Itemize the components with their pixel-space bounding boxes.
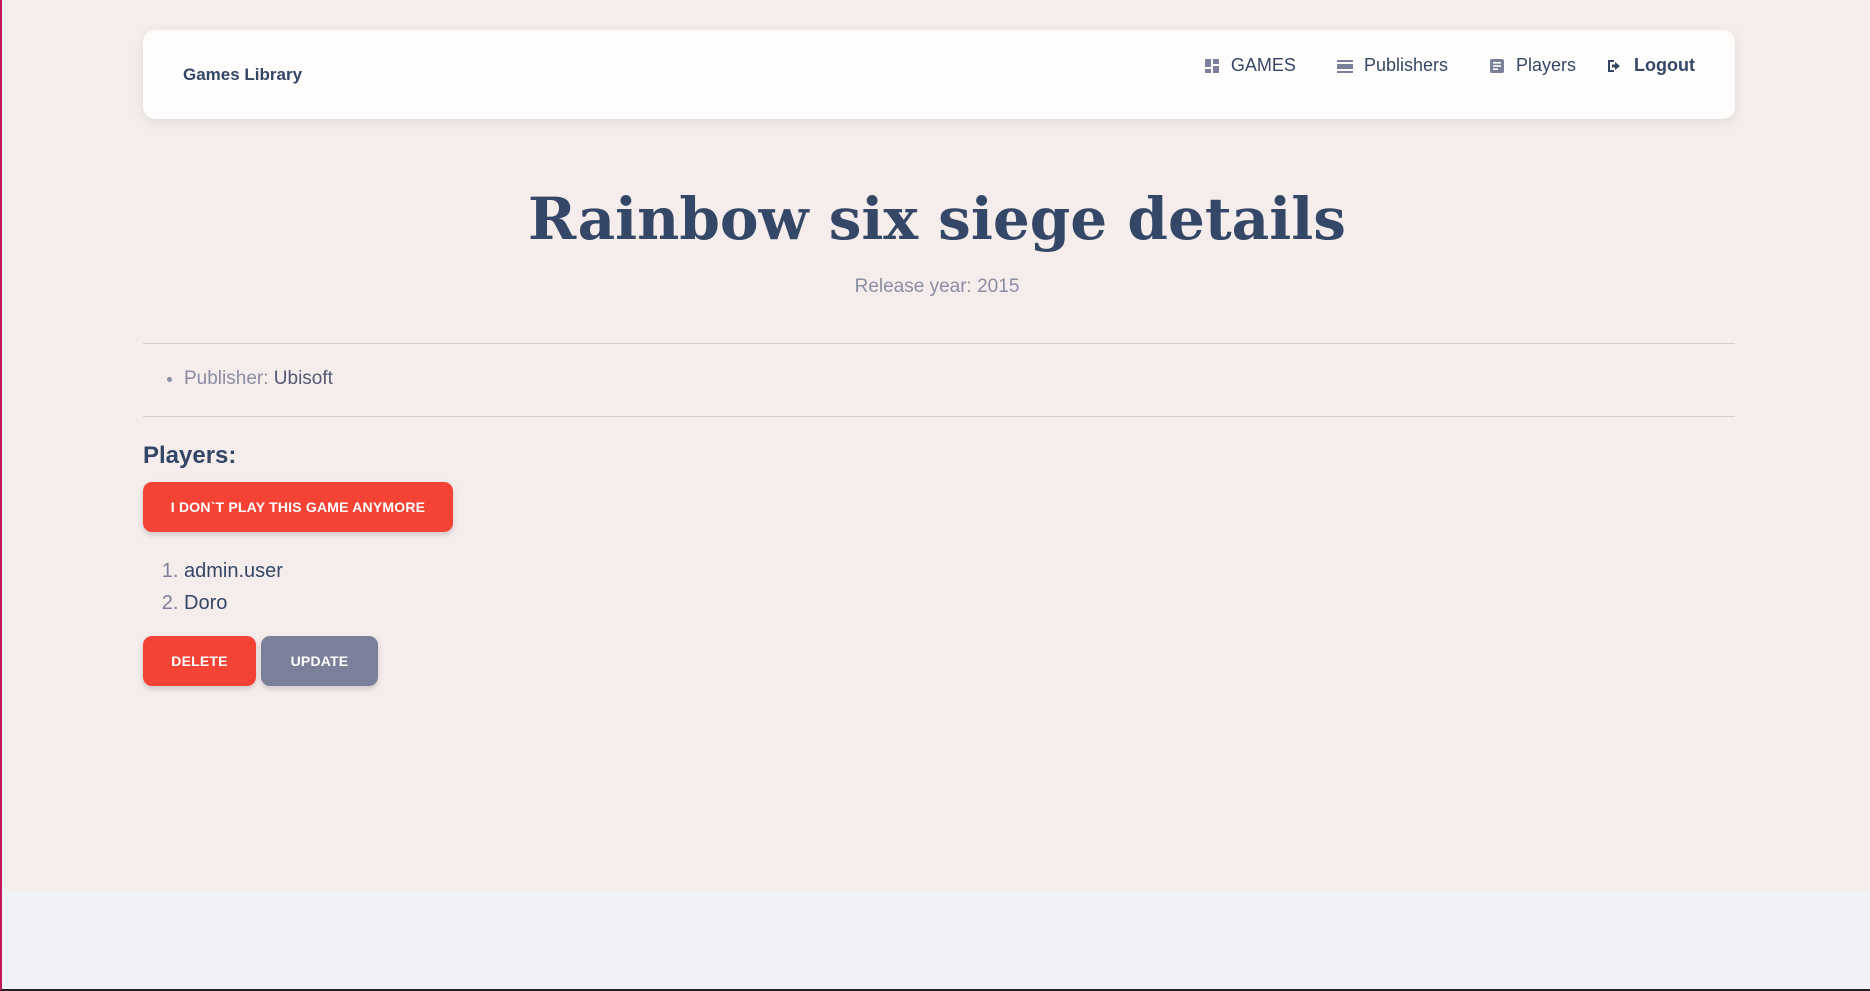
logout-icon: [1606, 57, 1624, 75]
view-list-icon: [1336, 57, 1354, 75]
nav-link-publishers[interactable]: Publishers: [1336, 55, 1448, 76]
brand-link[interactable]: Games Library: [183, 65, 302, 85]
navbar: Games Library GAMES Publishers Players L…: [143, 30, 1735, 119]
article-icon: [1488, 57, 1506, 75]
browser-frame: Games Library GAMES Publishers Players L…: [0, 0, 1870, 991]
nav-link-label: GAMES: [1230, 55, 1296, 75]
players-heading: Players:: [143, 442, 237, 469]
page: Games Library GAMES Publishers Players L…: [4, 0, 1870, 890]
nav-link-label: Players: [1515, 55, 1577, 75]
nav-links: GAMES Publishers Players Logout: [1203, 55, 1695, 76]
delete-button[interactable]: DELETE: [143, 636, 256, 686]
list-item: Doro: [184, 587, 283, 619]
update-button[interactable]: UPDATE: [261, 636, 378, 686]
list-item: admin.user: [184, 555, 283, 587]
divider: [143, 416, 1735, 417]
nav-link-label: Logout: [1634, 55, 1695, 75]
nav-link-logout[interactable]: Logout: [1606, 55, 1695, 76]
nav-link-label: Publishers: [1363, 55, 1448, 75]
nav-link-games[interactable]: GAMES: [1203, 55, 1296, 76]
release-year: Release year: 2015: [854, 276, 1020, 297]
details-list: Publisher: Ubisoft: [184, 368, 333, 390]
page-title: Rainbow six siege details: [528, 185, 1346, 253]
publisher-value: Ubisoft: [273, 368, 333, 389]
nav-link-players[interactable]: Players: [1488, 55, 1576, 76]
players-list: admin.user Doro: [184, 555, 283, 619]
publisher-item: Publisher: Ubisoft: [184, 368, 333, 390]
publisher-label: Publisher:: [184, 368, 269, 389]
leave-game-button[interactable]: I DON`T PLAY THIS GAME ANYMORE: [143, 482, 453, 532]
divider: [143, 343, 1735, 344]
dashboard-icon: [1203, 57, 1221, 75]
